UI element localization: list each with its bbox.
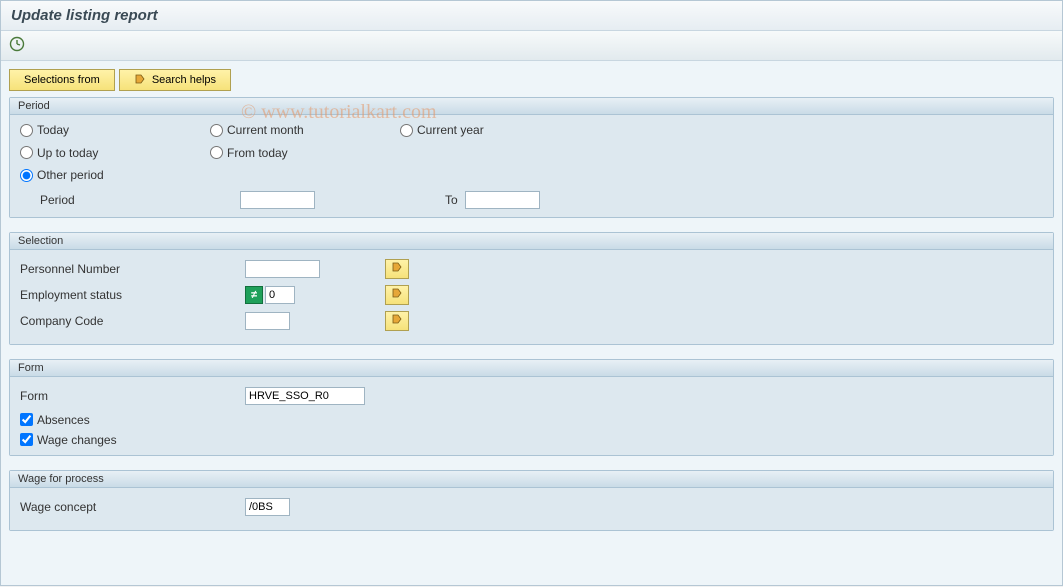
- form-input[interactable]: [245, 387, 365, 405]
- radio-other-period-label: Other period: [37, 168, 104, 182]
- arrow-right-icon: [391, 287, 403, 302]
- period-to-input[interactable]: [465, 191, 540, 209]
- content-area: Selections from Search helps Period Toda…: [1, 61, 1062, 585]
- selections-from-label: Selections from: [24, 74, 100, 86]
- absences-checkbox[interactable]: [20, 413, 33, 426]
- radio-current-year[interactable]: Current year: [400, 123, 484, 137]
- radio-current-month-input[interactable]: [210, 124, 223, 137]
- form-label: Form: [20, 389, 245, 403]
- selections-from-button[interactable]: Selections from: [9, 69, 115, 91]
- period-from-input[interactable]: [240, 191, 315, 209]
- radio-other-period[interactable]: Other period: [20, 168, 104, 182]
- title-bar: Update listing report: [1, 1, 1062, 31]
- not-equal-icon[interactable]: ≠: [245, 286, 263, 304]
- wage-changes-checkbox[interactable]: [20, 433, 33, 446]
- form-group: Form Form Absences Wage changes: [9, 359, 1054, 456]
- app-window: Update listing report © www.tutorialkart…: [0, 0, 1063, 586]
- period-group: Period Today Current month: [9, 97, 1054, 218]
- arrow-right-icon: [391, 313, 403, 328]
- period-to-label: To: [315, 193, 465, 207]
- company-code-label: Company Code: [20, 314, 245, 328]
- page-title: Update listing report: [11, 7, 158, 24]
- selection-group-header: Selection: [10, 233, 1053, 250]
- employment-status-label: Employment status: [20, 288, 245, 302]
- radio-today[interactable]: Today: [20, 123, 69, 137]
- radio-up-to-today[interactable]: Up to today: [20, 146, 98, 160]
- period-group-header: Period: [10, 98, 1053, 115]
- personnel-number-multiselect-button[interactable]: [385, 259, 409, 279]
- radio-today-label: Today: [37, 123, 69, 137]
- search-helps-label: Search helps: [152, 74, 216, 86]
- form-group-header: Form: [10, 360, 1053, 377]
- arrow-right-icon: [134, 73, 146, 88]
- radio-other-period-input[interactable]: [20, 169, 33, 182]
- radio-from-today[interactable]: From today: [210, 146, 288, 160]
- personnel-number-input[interactable]: [245, 260, 320, 278]
- radio-from-today-label: From today: [227, 146, 288, 160]
- execute-icon[interactable]: [9, 36, 25, 55]
- radio-up-to-today-input[interactable]: [20, 146, 33, 159]
- wage-changes-label: Wage changes: [37, 433, 117, 447]
- employment-status-input[interactable]: [265, 286, 295, 304]
- absences-label: Absences: [37, 413, 90, 427]
- wage-concept-label: Wage concept: [20, 500, 245, 514]
- wage-process-group-header: Wage for process: [10, 471, 1053, 488]
- search-helps-button[interactable]: Search helps: [119, 69, 231, 91]
- period-from-label: Period: [20, 193, 240, 207]
- radio-current-month[interactable]: Current month: [210, 123, 304, 137]
- selection-group: Selection Personnel Number: [9, 232, 1054, 345]
- radio-today-input[interactable]: [20, 124, 33, 137]
- action-button-row: Selections from Search helps: [9, 69, 1054, 91]
- radio-current-year-label: Current year: [417, 123, 484, 137]
- radio-up-to-today-label: Up to today: [37, 146, 98, 160]
- radio-current-month-label: Current month: [227, 123, 304, 137]
- personnel-number-label: Personnel Number: [20, 262, 245, 276]
- radio-current-year-input[interactable]: [400, 124, 413, 137]
- wage-concept-input[interactable]: [245, 498, 290, 516]
- wage-process-group: Wage for process Wage concept: [9, 470, 1054, 531]
- company-code-input[interactable]: [245, 312, 290, 330]
- company-code-multiselect-button[interactable]: [385, 311, 409, 331]
- app-toolbar: [1, 31, 1062, 61]
- employment-status-multiselect-button[interactable]: [385, 285, 409, 305]
- arrow-right-icon: [391, 261, 403, 276]
- radio-from-today-input[interactable]: [210, 146, 223, 159]
